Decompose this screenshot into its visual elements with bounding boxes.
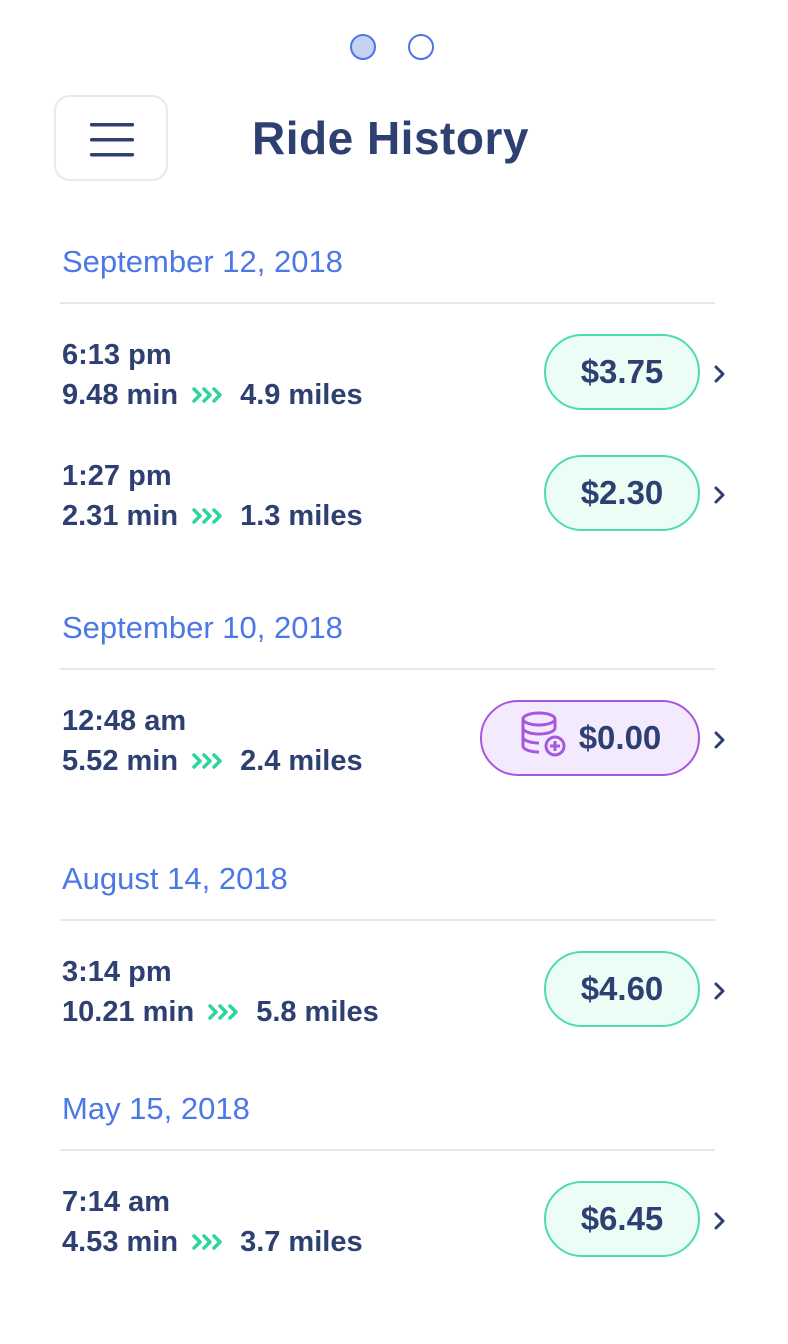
price-pill[interactable]: $4.60 bbox=[544, 951, 700, 1027]
ride-duration: 9.48 min bbox=[62, 379, 179, 411]
ride-price: $3.75 bbox=[580, 353, 664, 390]
coin-stack-plus-icon bbox=[519, 710, 567, 766]
ride-distance: 1.3 miles bbox=[240, 500, 363, 532]
price-pill[interactable]: $3.75 bbox=[544, 334, 700, 410]
ride-duration: 4.53 min bbox=[62, 1226, 179, 1258]
ride-distance: 5.8 miles bbox=[256, 996, 379, 1028]
ride-time: 12:48 am bbox=[62, 705, 187, 737]
triple-chevron-right-icon bbox=[192, 742, 224, 780]
ride-price: $6.45 bbox=[580, 1200, 664, 1237]
chevron-right-icon[interactable] bbox=[712, 362, 728, 386]
price-pill-credit[interactable]: $0.00 bbox=[480, 700, 700, 776]
divider bbox=[60, 1149, 715, 1151]
ride-duration: 10.21 min bbox=[62, 996, 195, 1028]
ride-distance: 3.7 miles bbox=[240, 1226, 363, 1258]
triple-chevron-right-icon bbox=[192, 376, 224, 414]
ride-distance: 2.4 miles bbox=[240, 745, 363, 777]
price-pill[interactable]: $2.30 bbox=[544, 455, 700, 531]
ride-stats: 9.48 min 4.9 miles bbox=[62, 376, 363, 414]
date-header: September 10, 2018 bbox=[62, 610, 343, 645]
triple-chevron-right-icon bbox=[192, 497, 224, 535]
triple-chevron-right-icon bbox=[192, 1223, 224, 1261]
divider bbox=[60, 668, 715, 670]
ride-time: 1:27 pm bbox=[62, 460, 172, 492]
menu-button[interactable] bbox=[54, 95, 168, 181]
ride-distance: 4.9 miles bbox=[240, 379, 363, 411]
chevron-right-icon[interactable] bbox=[712, 483, 728, 507]
hamburger-menu-icon bbox=[90, 123, 134, 157]
ride-price: $4.60 bbox=[580, 970, 664, 1007]
page-indicator bbox=[0, 34, 788, 64]
ride-row[interactable]: 3:14 pm 10.21 min 5.8 miles $4.60 bbox=[0, 951, 788, 1043]
date-header: May 15, 2018 bbox=[62, 1091, 250, 1126]
chevron-right-icon[interactable] bbox=[712, 979, 728, 1003]
date-header: September 12, 2018 bbox=[62, 244, 343, 279]
ride-price: $0.00 bbox=[578, 719, 662, 756]
ride-row[interactable]: 6:13 pm 9.48 min 4.9 miles $3.75 bbox=[0, 334, 788, 426]
ride-stats: 2.31 min 1.3 miles bbox=[62, 497, 363, 535]
price-pill[interactable]: $6.45 bbox=[544, 1181, 700, 1257]
page-dot-inactive[interactable] bbox=[408, 34, 434, 60]
ride-stats: 4.53 min 3.7 miles bbox=[62, 1223, 363, 1261]
ride-stats: 5.52 min 2.4 miles bbox=[62, 742, 363, 780]
ride-price: $2.30 bbox=[580, 474, 664, 511]
ride-time: 3:14 pm bbox=[62, 956, 172, 988]
ride-row[interactable]: 7:14 am 4.53 min 3.7 miles $6.45 bbox=[0, 1181, 788, 1273]
ride-row[interactable]: 1:27 pm 2.31 min 1.3 miles $2.30 bbox=[0, 455, 788, 547]
page-dot-active[interactable] bbox=[350, 34, 376, 60]
ride-time: 7:14 am bbox=[62, 1186, 171, 1218]
chevron-right-icon[interactable] bbox=[712, 728, 728, 752]
ride-time: 6:13 pm bbox=[62, 339, 172, 371]
triple-chevron-right-icon bbox=[208, 993, 240, 1031]
divider bbox=[60, 919, 715, 921]
page-title: Ride History bbox=[252, 112, 529, 164]
ride-duration: 5.52 min bbox=[62, 745, 179, 777]
divider bbox=[60, 302, 715, 304]
ride-row[interactable]: 12:48 am 5.52 min 2.4 miles $0.00 bbox=[0, 700, 788, 792]
ride-stats: 10.21 min 5.8 miles bbox=[62, 993, 379, 1031]
date-header: August 14, 2018 bbox=[62, 861, 288, 896]
ride-duration: 2.31 min bbox=[62, 500, 179, 532]
chevron-right-icon[interactable] bbox=[712, 1209, 728, 1233]
